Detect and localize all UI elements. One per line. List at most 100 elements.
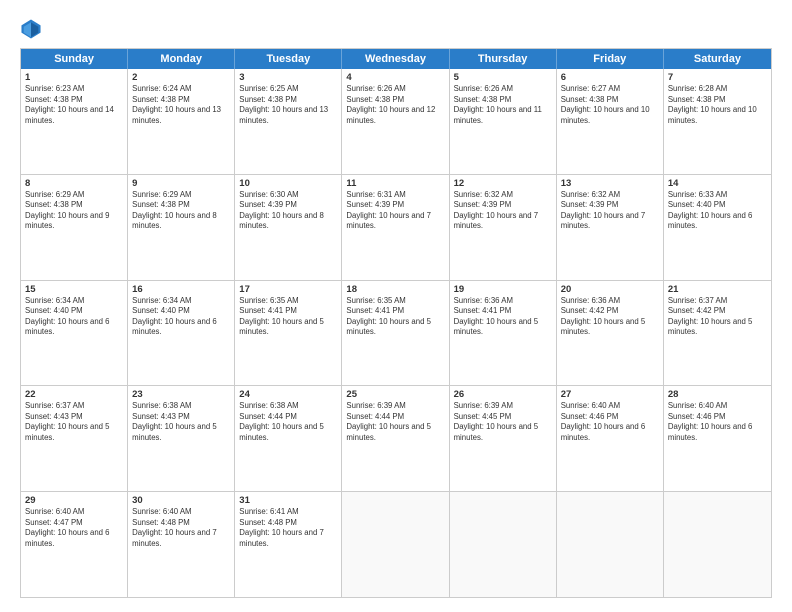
cal-cell: 25Sunrise: 6:39 AMSunset: 4:44 PMDayligh… [342, 386, 449, 491]
day-number: 27 [561, 389, 659, 400]
day-number: 18 [346, 284, 444, 295]
cal-cell: 23Sunrise: 6:38 AMSunset: 4:43 PMDayligh… [128, 386, 235, 491]
cell-info: Sunrise: 6:39 AMSunset: 4:45 PMDaylight:… [454, 401, 552, 443]
day-number: 6 [561, 72, 659, 83]
day-number: 11 [346, 178, 444, 189]
calendar: SundayMondayTuesdayWednesdayThursdayFrid… [20, 48, 772, 598]
day-number: 23 [132, 389, 230, 400]
day-number: 13 [561, 178, 659, 189]
cell-info: Sunrise: 6:37 AMSunset: 4:42 PMDaylight:… [668, 296, 767, 338]
cell-info: Sunrise: 6:29 AMSunset: 4:38 PMDaylight:… [132, 190, 230, 232]
day-number: 8 [25, 178, 123, 189]
cell-info: Sunrise: 6:34 AMSunset: 4:40 PMDaylight:… [25, 296, 123, 338]
cell-info: Sunrise: 6:35 AMSunset: 4:41 PMDaylight:… [239, 296, 337, 338]
cal-cell [450, 492, 557, 597]
page: SundayMondayTuesdayWednesdayThursdayFrid… [0, 0, 792, 612]
day-number: 29 [25, 495, 123, 506]
cell-info: Sunrise: 6:39 AMSunset: 4:44 PMDaylight:… [346, 401, 444, 443]
cal-cell: 12Sunrise: 6:32 AMSunset: 4:39 PMDayligh… [450, 175, 557, 280]
cal-cell: 27Sunrise: 6:40 AMSunset: 4:46 PMDayligh… [557, 386, 664, 491]
cell-info: Sunrise: 6:28 AMSunset: 4:38 PMDaylight:… [668, 84, 767, 126]
calendar-header: SundayMondayTuesdayWednesdayThursdayFrid… [21, 49, 771, 69]
cal-cell: 19Sunrise: 6:36 AMSunset: 4:41 PMDayligh… [450, 281, 557, 386]
day-number: 17 [239, 284, 337, 295]
cell-info: Sunrise: 6:32 AMSunset: 4:39 PMDaylight:… [561, 190, 659, 232]
calendar-body: 1Sunrise: 6:23 AMSunset: 4:38 PMDaylight… [21, 69, 771, 597]
cal-cell: 3Sunrise: 6:25 AMSunset: 4:38 PMDaylight… [235, 69, 342, 174]
cal-week-5: 29Sunrise: 6:40 AMSunset: 4:47 PMDayligh… [21, 492, 771, 597]
cell-info: Sunrise: 6:25 AMSunset: 4:38 PMDaylight:… [239, 84, 337, 126]
cal-cell: 21Sunrise: 6:37 AMSunset: 4:42 PMDayligh… [664, 281, 771, 386]
cell-info: Sunrise: 6:33 AMSunset: 4:40 PMDaylight:… [668, 190, 767, 232]
day-number: 30 [132, 495, 230, 506]
day-number: 5 [454, 72, 552, 83]
cal-week-1: 1Sunrise: 6:23 AMSunset: 4:38 PMDaylight… [21, 69, 771, 175]
cell-info: Sunrise: 6:23 AMSunset: 4:38 PMDaylight:… [25, 84, 123, 126]
cal-cell: 8Sunrise: 6:29 AMSunset: 4:38 PMDaylight… [21, 175, 128, 280]
day-number: 24 [239, 389, 337, 400]
day-number: 3 [239, 72, 337, 83]
cal-header-thursday: Thursday [450, 49, 557, 69]
cal-week-3: 15Sunrise: 6:34 AMSunset: 4:40 PMDayligh… [21, 281, 771, 387]
day-number: 19 [454, 284, 552, 295]
day-number: 1 [25, 72, 123, 83]
cell-info: Sunrise: 6:38 AMSunset: 4:43 PMDaylight:… [132, 401, 230, 443]
cal-cell: 26Sunrise: 6:39 AMSunset: 4:45 PMDayligh… [450, 386, 557, 491]
day-number: 2 [132, 72, 230, 83]
cal-cell: 11Sunrise: 6:31 AMSunset: 4:39 PMDayligh… [342, 175, 449, 280]
cal-cell: 16Sunrise: 6:34 AMSunset: 4:40 PMDayligh… [128, 281, 235, 386]
day-number: 9 [132, 178, 230, 189]
day-number: 20 [561, 284, 659, 295]
cal-cell: 4Sunrise: 6:26 AMSunset: 4:38 PMDaylight… [342, 69, 449, 174]
cell-info: Sunrise: 6:40 AMSunset: 4:46 PMDaylight:… [668, 401, 767, 443]
cal-cell: 5Sunrise: 6:26 AMSunset: 4:38 PMDaylight… [450, 69, 557, 174]
cell-info: Sunrise: 6:41 AMSunset: 4:48 PMDaylight:… [239, 507, 337, 549]
cell-info: Sunrise: 6:27 AMSunset: 4:38 PMDaylight:… [561, 84, 659, 126]
cell-info: Sunrise: 6:26 AMSunset: 4:38 PMDaylight:… [346, 84, 444, 126]
cell-info: Sunrise: 6:30 AMSunset: 4:39 PMDaylight:… [239, 190, 337, 232]
cell-info: Sunrise: 6:40 AMSunset: 4:48 PMDaylight:… [132, 507, 230, 549]
cal-cell: 7Sunrise: 6:28 AMSunset: 4:38 PMDaylight… [664, 69, 771, 174]
cal-header-friday: Friday [557, 49, 664, 69]
cal-cell: 31Sunrise: 6:41 AMSunset: 4:48 PMDayligh… [235, 492, 342, 597]
cal-cell: 24Sunrise: 6:38 AMSunset: 4:44 PMDayligh… [235, 386, 342, 491]
day-number: 4 [346, 72, 444, 83]
day-number: 26 [454, 389, 552, 400]
day-number: 25 [346, 389, 444, 400]
cell-info: Sunrise: 6:40 AMSunset: 4:47 PMDaylight:… [25, 507, 123, 549]
cell-info: Sunrise: 6:36 AMSunset: 4:42 PMDaylight:… [561, 296, 659, 338]
cell-info: Sunrise: 6:24 AMSunset: 4:38 PMDaylight:… [132, 84, 230, 126]
cal-cell: 28Sunrise: 6:40 AMSunset: 4:46 PMDayligh… [664, 386, 771, 491]
cell-info: Sunrise: 6:37 AMSunset: 4:43 PMDaylight:… [25, 401, 123, 443]
cal-cell: 18Sunrise: 6:35 AMSunset: 4:41 PMDayligh… [342, 281, 449, 386]
day-number: 31 [239, 495, 337, 506]
day-number: 22 [25, 389, 123, 400]
cal-cell: 6Sunrise: 6:27 AMSunset: 4:38 PMDaylight… [557, 69, 664, 174]
day-number: 16 [132, 284, 230, 295]
day-number: 14 [668, 178, 767, 189]
cell-info: Sunrise: 6:38 AMSunset: 4:44 PMDaylight:… [239, 401, 337, 443]
cal-cell: 10Sunrise: 6:30 AMSunset: 4:39 PMDayligh… [235, 175, 342, 280]
cal-cell: 20Sunrise: 6:36 AMSunset: 4:42 PMDayligh… [557, 281, 664, 386]
cal-cell: 2Sunrise: 6:24 AMSunset: 4:38 PMDaylight… [128, 69, 235, 174]
cal-header-tuesday: Tuesday [235, 49, 342, 69]
day-number: 15 [25, 284, 123, 295]
cal-cell: 17Sunrise: 6:35 AMSunset: 4:41 PMDayligh… [235, 281, 342, 386]
cell-info: Sunrise: 6:40 AMSunset: 4:46 PMDaylight:… [561, 401, 659, 443]
logo [20, 18, 46, 40]
cal-cell: 9Sunrise: 6:29 AMSunset: 4:38 PMDaylight… [128, 175, 235, 280]
day-number: 10 [239, 178, 337, 189]
cell-info: Sunrise: 6:31 AMSunset: 4:39 PMDaylight:… [346, 190, 444, 232]
cal-header-saturday: Saturday [664, 49, 771, 69]
cal-cell: 14Sunrise: 6:33 AMSunset: 4:40 PMDayligh… [664, 175, 771, 280]
day-number: 7 [668, 72, 767, 83]
cal-cell: 22Sunrise: 6:37 AMSunset: 4:43 PMDayligh… [21, 386, 128, 491]
cal-cell [664, 492, 771, 597]
day-number: 12 [454, 178, 552, 189]
cal-header-monday: Monday [128, 49, 235, 69]
day-number: 28 [668, 389, 767, 400]
cell-info: Sunrise: 6:29 AMSunset: 4:38 PMDaylight:… [25, 190, 123, 232]
cell-info: Sunrise: 6:36 AMSunset: 4:41 PMDaylight:… [454, 296, 552, 338]
cal-cell: 15Sunrise: 6:34 AMSunset: 4:40 PMDayligh… [21, 281, 128, 386]
cal-cell: 30Sunrise: 6:40 AMSunset: 4:48 PMDayligh… [128, 492, 235, 597]
